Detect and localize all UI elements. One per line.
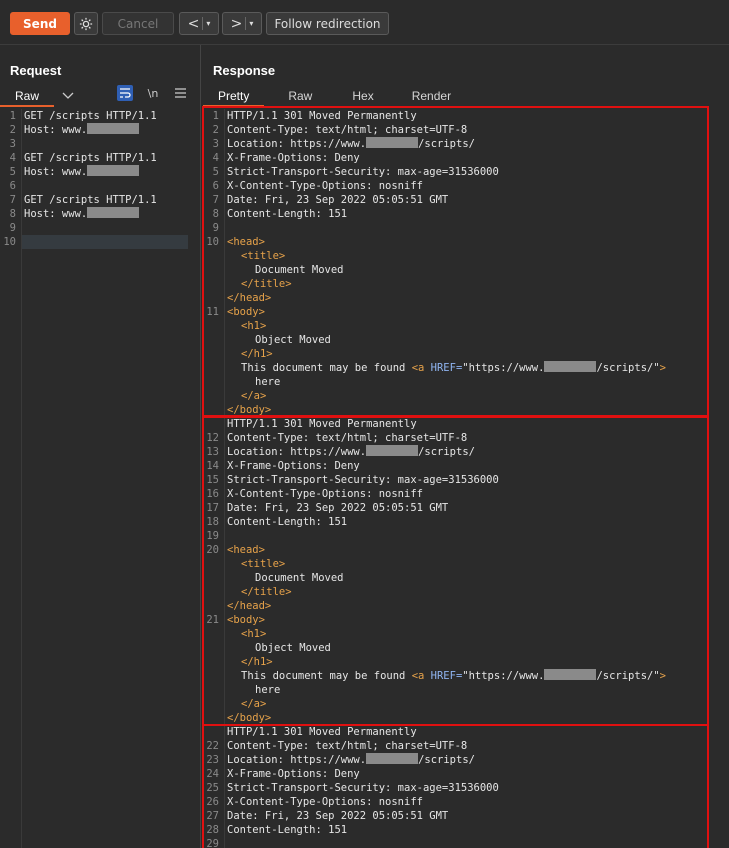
redacted-domain [87, 207, 140, 218]
request-tabs: Raw [0, 87, 82, 107]
request-line: 5 Host: www. [0, 165, 200, 179]
redacted-domain [87, 165, 140, 176]
menu-icon [174, 88, 186, 98]
request-line: 2 Host: www. [0, 123, 200, 137]
toolbar: Send Cancel < ▾ > ▾ Follow redirection [0, 0, 729, 45]
request-line: 9 [9, 222, 16, 234]
highlight-box-response-2 [202, 416, 709, 726]
separator [245, 17, 247, 30]
tab-pretty[interactable]: Pretty [203, 87, 265, 107]
separator [202, 17, 204, 30]
wrap-icon [120, 88, 131, 98]
tab-raw[interactable]: Raw [264, 87, 336, 107]
tab-render[interactable]: Render [390, 87, 473, 107]
cancel-button[interactable]: Cancel [102, 12, 174, 35]
request-line: 6 [9, 180, 16, 192]
newline-toggle[interactable]: \n [145, 85, 161, 101]
forward-button[interactable]: > ▾ [222, 12, 262, 35]
back-arrow-icon: < [187, 15, 200, 32]
chevron-down-icon[interactable]: ▾ [206, 19, 210, 28]
view-dropdown[interactable] [54, 87, 82, 107]
word-wrap-button[interactable] [117, 85, 133, 101]
send-button[interactable]: Send [10, 12, 70, 35]
chevron-down-icon[interactable]: ▾ [249, 19, 253, 28]
request-line: 8 Host: www. [0, 207, 200, 221]
gear-icon [79, 17, 93, 30]
request-line: 7 GET /scripts HTTP/1.1 [9, 194, 157, 206]
response-tabs: Pretty Raw Hex Render [203, 87, 473, 107]
follow-redirection-button[interactable]: Follow redirection [266, 12, 389, 35]
forward-arrow-icon: > [230, 15, 243, 32]
highlight-box-response-3 [202, 724, 709, 848]
tab-hex[interactable]: Hex [336, 87, 389, 107]
request-line: 1 GET /scripts HTTP/1.1 [9, 110, 157, 122]
response-title: Response [213, 63, 276, 78]
back-button[interactable]: < ▾ [179, 12, 219, 35]
tab-raw[interactable]: Raw [0, 87, 55, 107]
menu-button[interactable] [172, 85, 188, 101]
request-line: 10 [3, 236, 16, 248]
highlight-box-response-1 [202, 106, 709, 417]
request-line: 3 [9, 138, 16, 150]
request-editor[interactable]: 1 GET /scripts HTTP/1.1 2 Host: www. 3 4 GE… [0, 109, 200, 848]
redacted-domain [87, 123, 140, 134]
request-title: Request [10, 63, 62, 78]
request-line: 4 GET /scripts HTTP/1.1 [9, 152, 157, 164]
settings-button[interactable] [74, 12, 98, 35]
chevron-down-icon [62, 92, 74, 99]
